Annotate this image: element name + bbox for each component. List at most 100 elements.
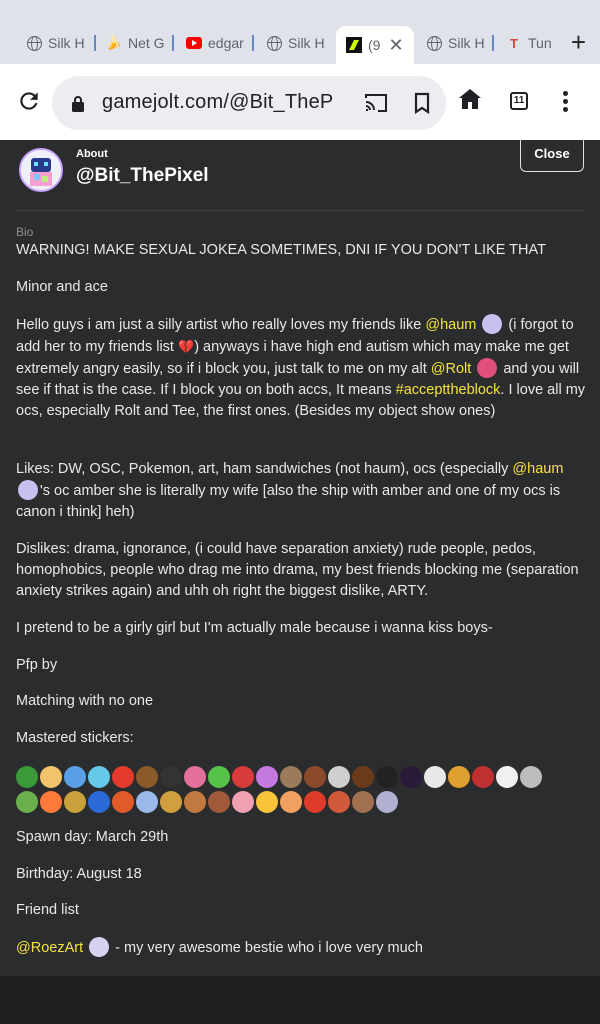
tab-edgar[interactable]: edgar	[186, 30, 254, 56]
sticker[interactable]	[16, 790, 38, 813]
bio-mastered-stickers: Mastered stickers:	[16, 730, 134, 746]
avatar	[477, 358, 498, 378]
browser-toolbar: gamejolt.com/@Bit_TheP 11	[0, 64, 600, 140]
bookmark-icon[interactable]	[414, 92, 430, 119]
profile-username: @Bit_ThePixel	[76, 165, 209, 186]
sticker[interactable]	[520, 765, 542, 788]
mention-haum[interactable]: @haum	[425, 317, 476, 333]
sticker-list	[16, 764, 576, 814]
mention-roezart[interactable]: @RoezArt	[16, 940, 83, 956]
tab-gamejolt-active[interactable]: (9 ✕	[336, 26, 414, 64]
globe-icon	[26, 35, 42, 51]
bio-paragraph-intro: Hello guys i am just a silly artist who …	[16, 314, 586, 422]
reload-icon[interactable]	[16, 88, 42, 114]
sticker[interactable]	[136, 790, 158, 813]
sticker[interactable]	[40, 790, 62, 813]
sticker[interactable]	[112, 765, 134, 788]
tab-strip: Silk H 🍌 Net G edgar Silk H (9 ✕ Silk H …	[0, 0, 600, 64]
about-label: About	[76, 148, 108, 160]
new-tab-icon[interactable]: +	[571, 29, 586, 55]
sticker[interactable]	[352, 765, 374, 788]
avatar	[18, 480, 38, 500]
globe-icon	[266, 35, 282, 51]
sticker[interactable]	[280, 765, 302, 788]
sticker[interactable]	[136, 765, 158, 788]
youtube-icon	[186, 35, 202, 51]
bio-label: Bio	[16, 225, 34, 239]
tab-label: Net G	[128, 35, 165, 51]
tumblr-icon: T	[510, 35, 518, 51]
tab-label: Silk H	[48, 35, 85, 51]
tab-silk-3[interactable]: Silk H	[426, 30, 494, 56]
sticker[interactable]	[256, 790, 278, 813]
tab-switcher-button[interactable]: 11	[510, 92, 528, 110]
sticker[interactable]	[448, 765, 470, 788]
sticker[interactable]	[184, 790, 206, 813]
bio-content: Bio WARNING! MAKE SEXUAL JOKEA SOMETIMES…	[0, 202, 600, 976]
sticker[interactable]	[400, 765, 422, 788]
mention-rolt[interactable]: @Rolt	[431, 361, 472, 377]
tab-label: edgar	[208, 35, 244, 51]
tab-silk-1[interactable]: Silk H	[26, 30, 96, 56]
sticker[interactable]	[472, 765, 494, 788]
sticker[interactable]	[376, 765, 398, 788]
avatar	[482, 314, 503, 334]
overflow-menu-icon[interactable]	[563, 91, 568, 115]
sticker[interactable]	[160, 790, 182, 813]
globe-icon	[426, 35, 442, 51]
sticker[interactable]	[424, 765, 446, 788]
sticker[interactable]	[184, 765, 206, 788]
tab-label: Silk H	[288, 35, 325, 51]
banana-icon: 🍌	[106, 35, 123, 50]
sticker[interactable]	[496, 765, 518, 788]
divider	[16, 210, 584, 211]
sticker[interactable]	[208, 790, 230, 813]
sticker[interactable]	[40, 765, 62, 788]
sticker[interactable]	[304, 790, 326, 813]
sticker[interactable]	[208, 765, 230, 788]
avatar	[89, 937, 110, 957]
sticker[interactable]	[88, 765, 110, 788]
sticker[interactable]	[160, 765, 182, 788]
tab-label: (9	[368, 37, 381, 53]
modal-header: About @Bit_ThePixel Close	[0, 140, 600, 202]
avatar	[19, 148, 63, 192]
close-button[interactable]: Close	[520, 140, 584, 172]
sticker[interactable]	[64, 765, 86, 788]
tab-tumblr[interactable]: T Tun	[506, 30, 554, 56]
sticker[interactable]	[376, 790, 398, 813]
sticker[interactable]	[328, 790, 350, 813]
sticker[interactable]	[16, 765, 38, 788]
sticker[interactable]	[232, 790, 254, 813]
sticker[interactable]	[256, 765, 278, 788]
bottom-bar	[0, 976, 600, 1024]
mention-haum[interactable]: @haum	[512, 461, 563, 477]
tab-net-g[interactable]: 🍌 Net G	[106, 30, 174, 56]
tab-label: Tun	[528, 35, 552, 51]
sticker[interactable]	[280, 790, 302, 813]
sticker[interactable]	[112, 790, 134, 813]
sticker[interactable]	[64, 790, 86, 813]
broken-heart-icon: 💔	[178, 339, 195, 354]
hashtag-accepttheblock[interactable]: #accepttheblock	[396, 382, 501, 398]
bio-pretend: I pretend to be a girly girl but I'm act…	[16, 620, 493, 636]
home-icon[interactable]	[458, 88, 482, 115]
bio-dislikes: Dislikes: drama, ignorance, (i could hav…	[16, 541, 579, 599]
bio-pfp: Pfp by	[16, 657, 58, 673]
sticker[interactable]	[328, 765, 350, 788]
close-tab-icon[interactable]: ✕	[388, 35, 403, 56]
bio-bestie: @RoezArt - my very awesome bestie who i …	[16, 937, 586, 959]
url-text[interactable]: gamejolt.com/@Bit_TheP	[102, 91, 352, 114]
sticker[interactable]	[304, 765, 326, 788]
cast-icon[interactable]	[364, 92, 388, 119]
tab-silk-2[interactable]: Silk H	[266, 30, 328, 56]
bio-matching: Matching with no one	[16, 693, 154, 709]
sticker[interactable]	[352, 790, 374, 813]
address-bar[interactable]: gamejolt.com/@Bit_TheP	[52, 76, 446, 130]
lock-icon[interactable]	[72, 96, 84, 117]
bio-minor: Minor and ace	[16, 279, 108, 295]
bio-friend-list: Friend list	[16, 902, 79, 918]
sticker[interactable]	[232, 765, 254, 788]
bio-birthday: Birthday: August 18	[16, 866, 142, 882]
sticker[interactable]	[88, 790, 110, 813]
